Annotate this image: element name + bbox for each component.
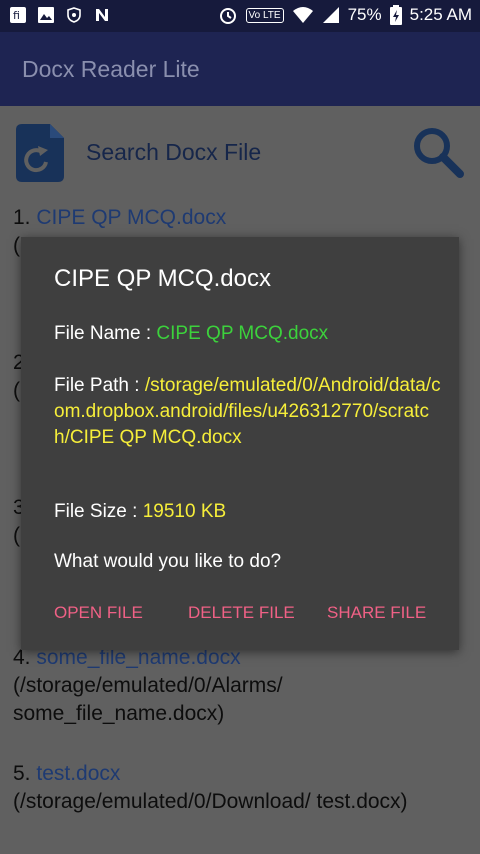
- alarm-icon: [219, 8, 236, 24]
- svg-text:fi: fi: [13, 9, 20, 22]
- item-number: 1.: [13, 206, 31, 229]
- app-bar: Docx Reader Lite: [0, 32, 480, 106]
- document-refresh-icon: [16, 124, 64, 182]
- file-name-value: CIPE QP MCQ.docx: [156, 323, 329, 344]
- file-name-row: File Name : CIPE QP MCQ.docx: [54, 321, 444, 347]
- file-path-label: File Path :: [54, 375, 145, 396]
- battery-icon: [389, 5, 402, 25]
- volte-badge: Vo LTE: [245, 7, 284, 23]
- list-item[interactable]: 5. test.docx (/storage/emulated/0/Downlo…: [13, 760, 468, 816]
- file-path: (: [13, 524, 20, 547]
- file-path: (: [13, 379, 20, 402]
- status-left-icons: fi: [10, 7, 110, 23]
- shield-icon: [67, 7, 81, 23]
- search-icon[interactable]: [412, 126, 464, 178]
- list-item[interactable]: 4. some_file_name.docx (/storage/emulate…: [13, 644, 468, 728]
- search-label: Search Docx File: [86, 139, 262, 165]
- file-path: (/storage/emulated/0/Alarms/ some_file_n…: [13, 674, 283, 725]
- open-file-button[interactable]: OPEN FILE: [54, 603, 143, 623]
- app-title: Docx Reader Lite: [22, 56, 200, 82]
- file-name-label: File Name :: [54, 323, 157, 344]
- search-row[interactable]: Search Docx File: [0, 106, 480, 196]
- battery-percent: 75%: [347, 5, 382, 24]
- file-size-row: File Size : 19510 KB: [54, 499, 444, 525]
- file-path: (: [13, 234, 20, 257]
- share-file-button[interactable]: SHARE FILE: [327, 603, 426, 623]
- file-size-label: File Size :: [54, 501, 143, 522]
- wifi-icon: [292, 7, 313, 23]
- clock: 5:25 AM: [409, 5, 472, 24]
- file-options-dialog: CIPE QP MCQ.docx File Name : CIPE QP MCQ…: [21, 237, 459, 650]
- dialog-question: What would you like to do?: [54, 551, 282, 572]
- gallery-icon: [38, 7, 54, 23]
- file-name-link[interactable]: CIPE QP MCQ.docx: [36, 206, 226, 229]
- file-size-value: 19510 KB: [142, 501, 227, 522]
- status-right: Vo LTE 75% 5:25 AM: [218, 5, 472, 25]
- flipboard-icon: fi: [10, 7, 26, 23]
- delete-file-button[interactable]: DELETE FILE: [188, 603, 295, 623]
- status-bar: fi Vo LTE 75% 5:25 AM: [0, 0, 480, 32]
- file-path: (/storage/emulated/0/Download/ test.docx…: [13, 790, 408, 813]
- file-name-link[interactable]: test.docx: [36, 762, 120, 785]
- dialog-title: CIPE QP MCQ.docx: [54, 265, 271, 292]
- file-path-row: File Path : /storage/emulated/0/Android/…: [54, 373, 444, 451]
- item-number: 5.: [13, 762, 31, 785]
- n-icon: [96, 9, 108, 21]
- signal-icon: [322, 7, 339, 23]
